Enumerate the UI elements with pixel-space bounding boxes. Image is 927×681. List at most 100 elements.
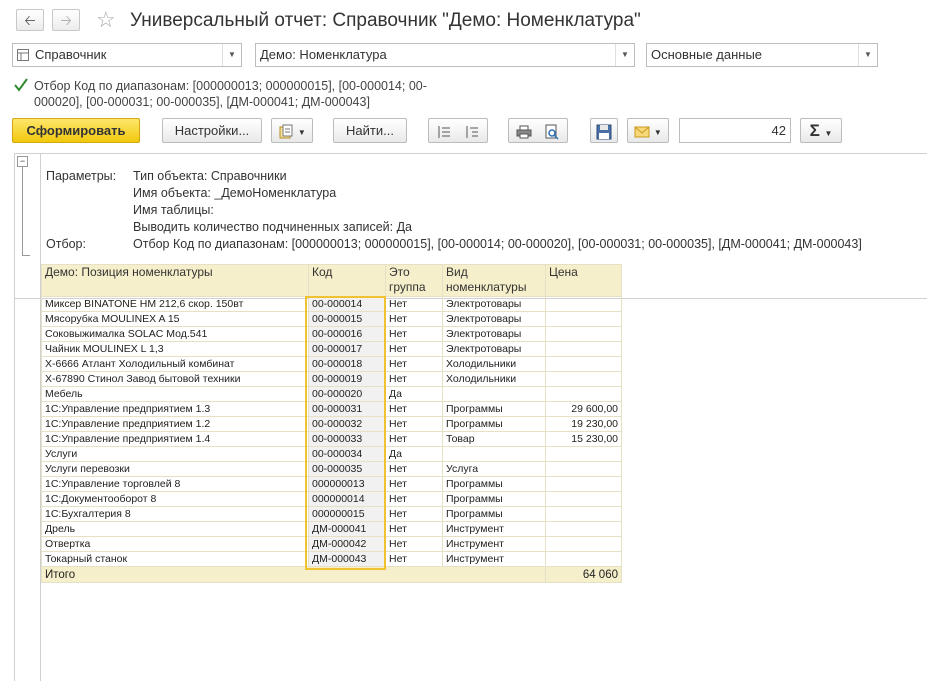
cell-item[interactable]: 1С:Управление предприятием 1.2 (41, 416, 309, 432)
object-name-select[interactable]: Демо: Номенклатура ▼ (255, 43, 635, 67)
table-row[interactable]: Отвертка ДМ-000042 Нет Инструмент (41, 536, 622, 552)
cell-price[interactable] (545, 356, 622, 372)
cell-kind[interactable]: Товар (442, 431, 546, 447)
collapse-toggle-icon[interactable]: − (17, 156, 28, 167)
cell-item[interactable]: 1С:Управление предприятием 1.4 (41, 431, 309, 447)
print-preview-icon[interactable] (544, 124, 560, 140)
table-row[interactable]: 1С:Управление предприятием 1.3 00-000031 Н… (41, 401, 622, 417)
cell-code[interactable]: 00-000035 (308, 461, 386, 477)
cell-price[interactable] (545, 476, 622, 492)
cell-is-group[interactable]: Нет (385, 491, 443, 507)
cell-item[interactable]: Х-67890 Стинол Завод бытовой техники (41, 371, 309, 387)
cell-kind[interactable]: Инструмент (442, 536, 546, 552)
cell-kind[interactable]: Инструмент (442, 521, 546, 537)
cell-code[interactable]: 00-000031 (308, 401, 386, 417)
object-type-select[interactable]: Справочник ▼ (12, 43, 242, 67)
cell-item[interactable]: 1С:Управление торговлей 8 (41, 476, 309, 492)
cell-code[interactable]: 00-000015 (308, 311, 386, 327)
forward-button[interactable]: 🡢 (52, 9, 80, 31)
table-row[interactable]: 1С:Управление предприятием 1.4 00-000033 Н… (41, 431, 622, 447)
print-group[interactable] (508, 118, 568, 143)
cell-kind[interactable]: Электротовары (442, 296, 546, 312)
cell-is-group[interactable]: Нет (385, 326, 443, 342)
cell-is-group[interactable]: Нет (385, 551, 443, 567)
table-row[interactable]: Услуги перевозки 00-000035 Нет Услуга (41, 461, 622, 477)
quantity-field[interactable]: 42 (679, 118, 791, 143)
cell-price[interactable]: 15 230,00 (545, 431, 622, 447)
find-button[interactable]: Найти... (333, 118, 407, 143)
cell-is-group[interactable]: Да (385, 446, 443, 462)
cell-is-group[interactable]: Нет (385, 506, 443, 522)
table-row[interactable]: 1С:Управление торговлей 8 000000013 Нет Про… (41, 476, 622, 492)
cell-is-group[interactable]: Нет (385, 416, 443, 432)
cell-kind[interactable]: Программы (442, 506, 546, 522)
cell-is-group[interactable]: Да (385, 386, 443, 402)
cell-is-group[interactable]: Нет (385, 311, 443, 327)
cell-item[interactable]: 1С:Бухгалтерия 8 (41, 506, 309, 522)
cell-code[interactable]: 00-000018 (308, 356, 386, 372)
cell-price[interactable] (545, 536, 622, 552)
cell-is-group[interactable]: Нет (385, 401, 443, 417)
table-row[interactable]: Миксер BINATONE HM 212,6 скор. 150вт 00-0… (41, 296, 622, 312)
chevron-down-icon[interactable]: ▼ (858, 44, 877, 66)
cell-kind[interactable] (442, 446, 546, 462)
cell-is-group[interactable]: Нет (385, 461, 443, 477)
collapse-groups-icon[interactable] (464, 124, 480, 140)
cell-item[interactable]: Х-6666 Атлант Холодильный комбинат (41, 356, 309, 372)
generate-button[interactable]: Сформировать (12, 118, 140, 143)
expand-groups-icon[interactable] (436, 124, 452, 140)
cell-price[interactable] (545, 521, 622, 537)
table-row[interactable]: Х-67890 Стинол Завод бытовой техники 00-0… (41, 371, 622, 387)
filter-text[interactable]: Отбор Код по диапазонам: [000000013; 000… (34, 78, 454, 110)
chevron-down-icon[interactable]: ▼ (615, 44, 634, 66)
cell-price[interactable] (545, 371, 622, 387)
cell-price[interactable] (545, 386, 622, 402)
cell-code[interactable]: 00-000019 (308, 371, 386, 387)
table-row[interactable]: Соковыжималка SOLAC Мод.541 00-000016 Нет Э… (41, 326, 622, 342)
cell-item[interactable]: Токарный станок (41, 551, 309, 567)
cell-item[interactable]: Отвертка (41, 536, 309, 552)
report-table[interactable]: Демо: Позиция номенклатуры Код Это групп… (41, 264, 622, 583)
cell-code[interactable]: ДМ-000041 (308, 521, 386, 537)
cell-item[interactable]: 1С:Управление предприятием 1.3 (41, 401, 309, 417)
cell-kind[interactable]: Услуга (442, 461, 546, 477)
chevron-down-icon[interactable]: ▼ (222, 44, 241, 66)
cell-price[interactable]: 19 230,00 (545, 416, 622, 432)
cell-is-group[interactable]: Нет (385, 476, 443, 492)
cell-price[interactable] (545, 326, 622, 342)
print-icon[interactable] (516, 124, 532, 140)
cell-item[interactable]: Услуги (41, 446, 309, 462)
cell-price[interactable] (545, 341, 622, 357)
cell-item[interactable]: 1С:Документооборот 8 (41, 491, 309, 507)
cell-kind[interactable]: Инструмент (442, 551, 546, 567)
cell-kind[interactable]: Холодильники (442, 356, 546, 372)
variant-select[interactable]: Основные данные ▼ (646, 43, 878, 67)
cell-kind[interactable]: Программы (442, 476, 546, 492)
table-row[interactable]: 1С:Документооборот 8 000000014 Нет Программ… (41, 491, 622, 507)
cell-item[interactable]: Миксер BINATONE HM 212,6 скор. 150вт (41, 296, 309, 312)
send-email-button[interactable]: ▼ (627, 118, 669, 143)
save-button[interactable] (590, 118, 618, 143)
table-row[interactable]: Мясорубка MOULINEX A 15 00-000015 Нет Элект… (41, 311, 622, 327)
cell-code[interactable]: 000000015 (308, 506, 386, 522)
table-row[interactable]: Чайник MOULINEX L 1,3 00-000017 Нет Электро… (41, 341, 622, 357)
cell-code[interactable]: 000000014 (308, 491, 386, 507)
expand-collapse-group[interactable] (428, 118, 488, 143)
back-button[interactable]: 🡠 (16, 9, 44, 31)
cell-is-group[interactable]: Нет (385, 521, 443, 537)
table-row[interactable]: Дрель ДМ-000041 Нет Инструмент (41, 521, 622, 537)
table-row[interactable]: Услуги 00-000034 Да (41, 446, 622, 462)
cell-is-group[interactable]: Нет (385, 341, 443, 357)
cell-kind[interactable]: Электротовары (442, 326, 546, 342)
cell-is-group[interactable]: Нет (385, 296, 443, 312)
cell-kind[interactable]: Программы (442, 491, 546, 507)
cell-code[interactable]: 00-000034 (308, 446, 386, 462)
cell-kind[interactable]: Электротовары (442, 311, 546, 327)
table-row[interactable]: 1С:Управление предприятием 1.2 00-000032 Н… (41, 416, 622, 432)
cell-code[interactable]: 00-000016 (308, 326, 386, 342)
cell-price[interactable] (545, 446, 622, 462)
cell-is-group[interactable]: Нет (385, 371, 443, 387)
table-row[interactable]: Мебель 00-000020 Да (41, 386, 622, 402)
cell-kind[interactable] (442, 386, 546, 402)
variants-dropdown-button[interactable]: ▼ (271, 118, 313, 143)
